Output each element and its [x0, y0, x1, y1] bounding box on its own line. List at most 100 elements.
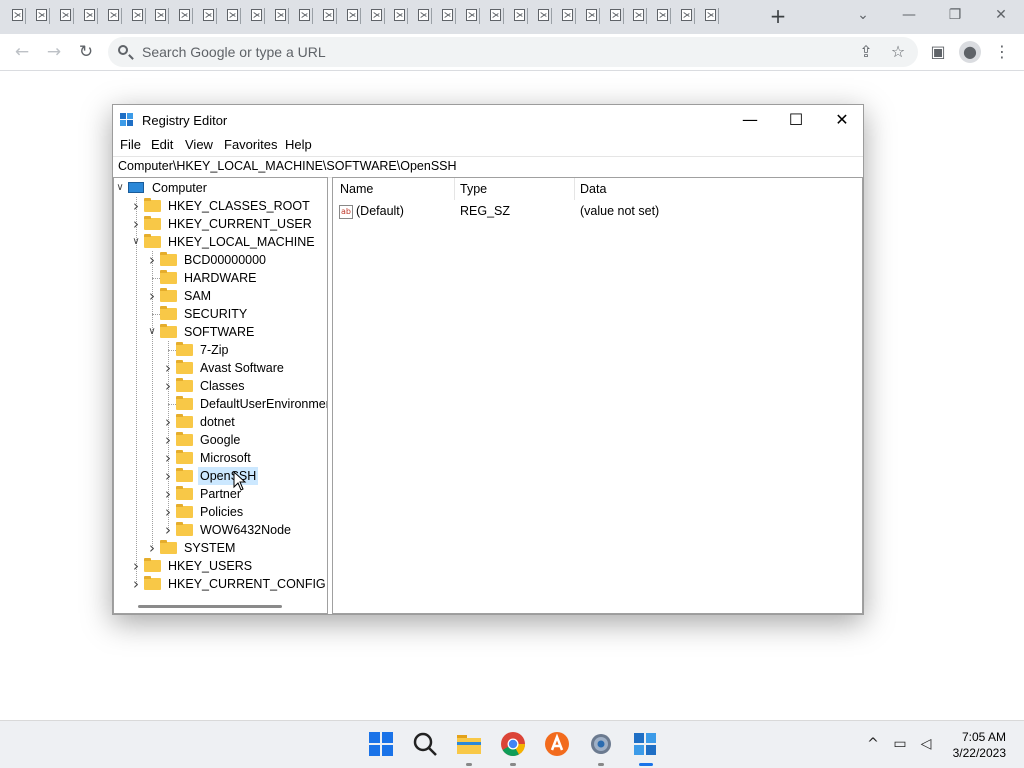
settings-gear-icon[interactable] — [588, 731, 614, 757]
expand-chevron-icon[interactable]: › — [162, 521, 174, 539]
browser-tab[interactable] — [537, 8, 552, 24]
key-tree-pane[interactable]: ∨ Computer › HKEY_CLASSES_ROOT › HKEY_CURRENT… — [113, 177, 328, 614]
expand-chevron-icon[interactable]: › — [162, 359, 174, 377]
column-header-type[interactable]: Type — [460, 182, 487, 196]
menu-help[interactable]: Help — [285, 137, 312, 152]
browser-close-button[interactable]: ✕ — [986, 4, 1016, 26]
display-icon[interactable]: ▭ — [891, 735, 909, 753]
browser-tab[interactable] — [633, 8, 648, 24]
browser-tab[interactable] — [107, 8, 122, 24]
browser-tab[interactable] — [322, 8, 337, 24]
browser-tab[interactable] — [131, 8, 146, 24]
expand-chevron-icon[interactable]: › — [162, 431, 174, 449]
expand-chevron-icon[interactable]: › — [162, 449, 174, 467]
browser-restore-button[interactable]: ❐ — [940, 4, 970, 26]
expand-chevron-icon[interactable]: › — [130, 197, 142, 215]
close-button[interactable]: ✕ — [819, 105, 865, 135]
menu-edit[interactable]: Edit — [151, 137, 173, 152]
menu-favorites[interactable]: Favorites — [224, 137, 277, 152]
tab-separator — [383, 8, 385, 24]
tree-connector — [152, 314, 160, 315]
start-button-icon[interactable] — [368, 731, 394, 757]
browser-tab[interactable] — [681, 8, 696, 24]
browser-tab[interactable] — [59, 8, 74, 24]
back-icon[interactable]: ← — [11, 41, 33, 63]
browser-tab[interactable] — [274, 8, 289, 24]
expand-chevron-icon[interactable]: › — [130, 215, 142, 233]
browser-tab[interactable] — [203, 8, 218, 24]
expand-chevron-icon[interactable]: › — [130, 557, 142, 575]
browser-tab[interactable] — [657, 8, 672, 24]
expand-chevron-icon[interactable]: › — [146, 287, 158, 305]
browser-tab[interactable] — [35, 8, 50, 24]
browser-tab[interactable] — [418, 8, 433, 24]
system-clock[interactable]: 7:05 AM 3/22/2023 — [953, 729, 1006, 761]
expand-chevron-icon[interactable]: › — [146, 251, 158, 269]
values-list-pane[interactable]: Name Type Data ab (Default) REG_SZ (valu… — [332, 177, 863, 614]
browser-tab[interactable] — [490, 8, 504, 24]
column-divider[interactable] — [574, 178, 575, 200]
browser-minimize-button[interactable]: — — [894, 4, 924, 26]
tree-node-label: OpenSSH — [198, 467, 259, 485]
side-panel-icon[interactable]: ▣ — [928, 42, 948, 62]
tree-horizontal-scrollbar[interactable] — [138, 605, 282, 608]
address-bar[interactable]: Search Google or type a URL ⇪ ☆ — [108, 37, 918, 67]
search-icon[interactable] — [412, 731, 438, 757]
column-header-name[interactable]: Name — [340, 182, 373, 196]
registry-address-bar[interactable]: Computer\HKEY_LOCAL_MACHINE\SOFTWARE\Ope… — [113, 156, 863, 178]
expand-chevron-icon[interactable]: › — [162, 503, 174, 521]
registry-editor-taskbar-icon[interactable] — [632, 731, 658, 757]
browser-tab[interactable] — [705, 8, 720, 24]
browser-menu-icon[interactable]: ⋮ — [992, 42, 1012, 62]
expand-chevron-icon[interactable]: › — [162, 467, 174, 485]
browser-tab[interactable] — [251, 8, 265, 24]
tab-favicon-icon — [155, 9, 167, 21]
tab-separator — [718, 8, 720, 24]
show-hidden-icons-chevron-icon[interactable]: ^ — [864, 735, 882, 753]
browser-tab[interactable] — [609, 8, 624, 24]
collapse-chevron-icon[interactable]: ∨ — [114, 179, 126, 197]
browser-tab[interactable] — [442, 8, 457, 24]
menu-view[interactable]: View — [185, 137, 213, 152]
menu-file[interactable]: File — [120, 137, 141, 152]
profile-avatar-icon[interactable]: ● — [959, 41, 981, 63]
reload-icon[interactable]: ↻ — [75, 41, 97, 63]
column-header-data[interactable]: Data — [580, 182, 606, 196]
browser-tab[interactable] — [585, 8, 600, 24]
browser-tab[interactable] — [179, 8, 194, 24]
tab-search-icon[interactable]: ⌄ — [848, 4, 878, 26]
browser-tab[interactable] — [227, 8, 242, 24]
expand-chevron-icon[interactable]: › — [162, 413, 174, 431]
window-title-bar[interactable]: Registry Editor — ☐ ✕ — [113, 105, 863, 135]
share-icon[interactable]: ⇪ — [856, 42, 876, 62]
browser-tab[interactable] — [370, 8, 385, 24]
column-divider[interactable] — [454, 178, 455, 200]
folder-icon — [160, 540, 177, 554]
collapse-chevron-icon[interactable]: ∨ — [146, 323, 158, 341]
expand-chevron-icon[interactable]: › — [130, 575, 142, 593]
browser-tab[interactable] — [12, 8, 26, 24]
minimize-button[interactable]: — — [727, 105, 773, 135]
expand-chevron-icon[interactable]: › — [146, 539, 158, 557]
maximize-button[interactable]: ☐ — [773, 105, 819, 135]
bookmark-star-icon[interactable]: ☆ — [888, 42, 908, 62]
new-tab-button[interactable]: + — [768, 6, 788, 26]
volume-muted-icon[interactable]: ◁ — [917, 735, 935, 753]
tab-favicon-icon — [131, 9, 143, 21]
collapse-chevron-icon[interactable]: ∨ — [130, 233, 142, 251]
browser-tab[interactable] — [466, 8, 481, 24]
browser-tab[interactable] — [298, 8, 313, 24]
chrome-icon[interactable] — [500, 731, 526, 757]
browser-tab[interactable] — [513, 8, 528, 24]
tab-separator — [622, 8, 624, 24]
avast-icon[interactable] — [544, 731, 570, 757]
browser-tab[interactable] — [346, 8, 361, 24]
browser-tab[interactable] — [561, 8, 576, 24]
expand-chevron-icon[interactable]: › — [162, 485, 174, 503]
browser-tab[interactable] — [83, 8, 98, 24]
expand-chevron-icon[interactable]: › — [162, 377, 174, 395]
file-explorer-icon[interactable] — [456, 731, 482, 757]
browser-tab[interactable] — [155, 8, 170, 24]
forward-icon[interactable]: → — [43, 41, 65, 63]
browser-tab[interactable] — [394, 8, 409, 24]
